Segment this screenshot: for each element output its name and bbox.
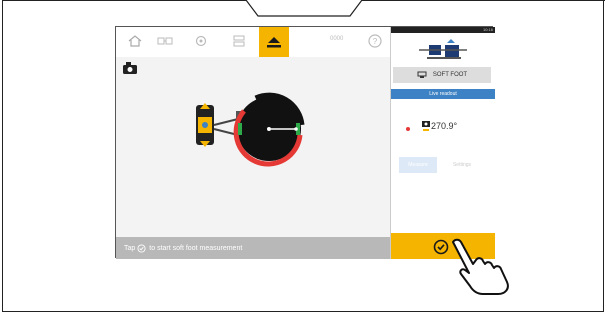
alignment-canvas [116, 57, 390, 237]
settings-button[interactable]: Settings [443, 157, 481, 173]
right-panel: 10:16 SOFT FOOT Live readout 270.9° Meas… [390, 27, 495, 259]
check-circle-icon [137, 243, 146, 253]
pointer-notch [246, 0, 362, 17]
svg-text:?: ? [373, 37, 378, 46]
tip-text: to start soft foot measurement [149, 244, 243, 252]
settings-icon[interactable] [192, 33, 210, 49]
tab-soft-foot[interactable] [259, 27, 289, 57]
soft-foot-label: SOFT FOOT [432, 72, 468, 78]
live-readout-header: Live readout [391, 89, 495, 99]
measure-icon[interactable] [230, 33, 248, 49]
soft-foot-button[interactable]: SOFT FOOT [393, 67, 491, 83]
left-marker [238, 123, 242, 135]
status-bar: 10:16 [391, 27, 495, 33]
soft-foot-diagram [196, 92, 305, 167]
inclinometer-icon [422, 121, 430, 131]
home-icon[interactable] [126, 33, 144, 49]
measure-button[interactable]: Measure [399, 157, 437, 173]
machine-icon[interactable] [156, 33, 174, 49]
tip-bar: Tap to start soft foot measurement [116, 237, 390, 259]
laser-dot [202, 122, 208, 128]
status-dot [406, 127, 410, 131]
tablet-screen: 0000 ? Tap to start soft foot measuremen… [115, 26, 495, 259]
tip-prefix: Tap [124, 244, 136, 252]
help-icon[interactable]: ? [366, 33, 384, 49]
machine-train-icon [419, 39, 467, 59]
pointing-hand-icon [452, 238, 509, 295]
toolbar-badge: 0000 [330, 36, 344, 42]
soft-foot-icon [267, 37, 281, 48]
soft-foot-small-icon [417, 71, 427, 78]
angle-reading: 270.9° [431, 121, 458, 131]
top-toolbar: 0000 ? [116, 27, 390, 58]
